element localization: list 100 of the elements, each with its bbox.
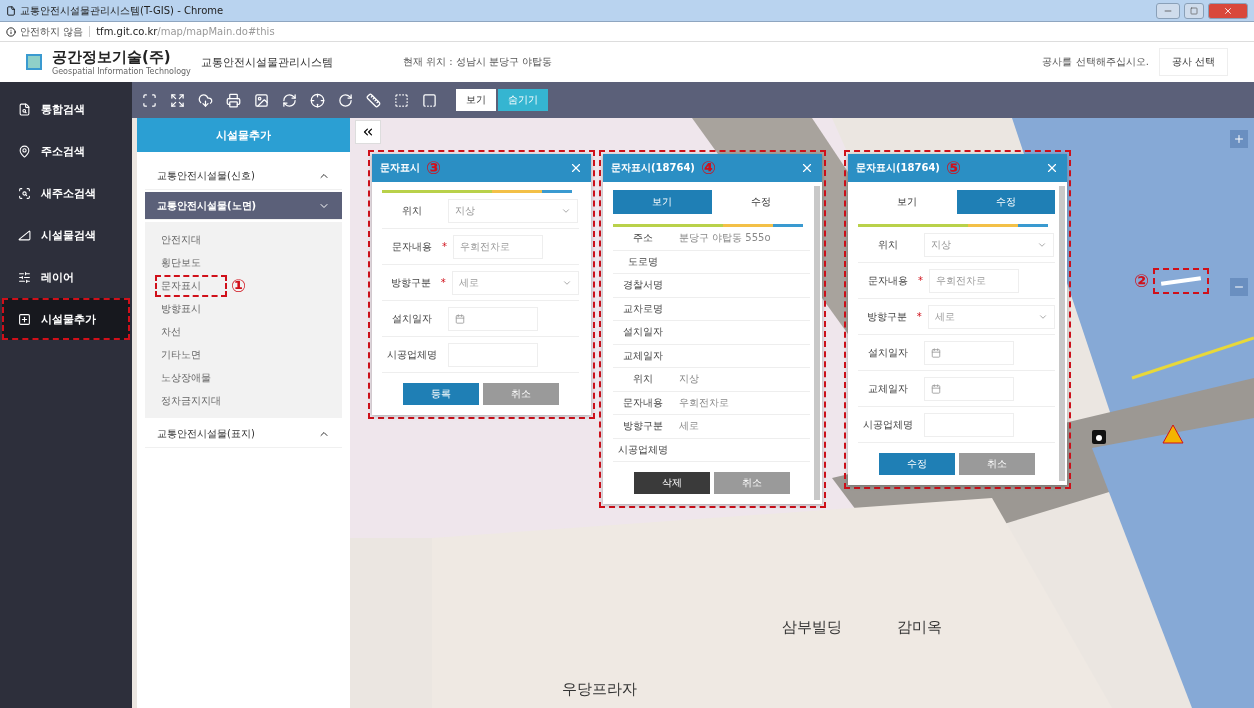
facility-item[interactable]: 방향표시 bbox=[155, 297, 207, 320]
popup-title: 문자표시 bbox=[380, 161, 420, 175]
required-mark: * bbox=[916, 311, 922, 322]
sidebar-item[interactable]: 시설물검색 bbox=[2, 214, 130, 256]
field-label: 시공업체명 bbox=[386, 347, 438, 362]
map-pin-icon bbox=[18, 144, 31, 158]
tab[interactable]: 수정 bbox=[956, 190, 1055, 214]
facility-item[interactable]: 정차금지지대 bbox=[155, 389, 227, 412]
sidebar-item[interactable]: 새주소검색 bbox=[2, 172, 130, 214]
system-name: 교통안전시설물관리시스템 bbox=[200, 54, 333, 70]
annotation-number: ③ bbox=[426, 159, 442, 177]
url-text[interactable]: tfm.git.co.kr/map/mapMain.do#this bbox=[96, 26, 275, 37]
date-field[interactable] bbox=[924, 376, 1014, 401]
date-field[interactable] bbox=[448, 306, 538, 331]
facility-item[interactable]: 안전지대 bbox=[155, 228, 207, 251]
collapse-button[interactable] bbox=[355, 120, 381, 144]
sidebar-item[interactable]: 시설물추가 bbox=[2, 298, 130, 340]
field-label: 경찰서명 bbox=[622, 278, 664, 293]
calendar-icon bbox=[931, 347, 941, 358]
popup-title: 문자표시(18764) bbox=[856, 161, 940, 175]
field-label: 시공업체명 bbox=[862, 417, 914, 432]
field-value: 지상 bbox=[679, 372, 699, 387]
select-field[interactable]: 세로 bbox=[927, 304, 1055, 329]
sidebar-item[interactable]: 레이어 bbox=[2, 256, 130, 298]
calendar-icon bbox=[931, 383, 941, 394]
road-text-marking-drawing bbox=[1161, 276, 1202, 286]
select-field[interactable]: 세로 bbox=[451, 270, 579, 295]
zoom-in-button[interactable] bbox=[1230, 130, 1248, 148]
scrollbar[interactable] bbox=[1059, 186, 1065, 481]
facility-item[interactable]: 문자표시 bbox=[155, 274, 227, 297]
maximize-button[interactable] bbox=[1184, 2, 1204, 19]
sliders-icon bbox=[18, 270, 31, 284]
field-label: 교체일자 bbox=[622, 348, 664, 363]
zoom-out-button[interactable] bbox=[1230, 278, 1248, 296]
field-label: 설치일자 bbox=[622, 325, 664, 340]
field-label: 방향구분 bbox=[866, 309, 909, 324]
field-label: 위치 bbox=[877, 237, 899, 252]
required-mark: * bbox=[442, 241, 447, 252]
close-icon[interactable] bbox=[800, 161, 814, 175]
facility-item[interactable]: 노상장애물 bbox=[155, 366, 217, 389]
panel-title: 시설물추가 bbox=[137, 118, 350, 152]
map-label: 삼부빌딩 bbox=[782, 618, 842, 637]
annotation-number: ⑤ bbox=[945, 159, 962, 177]
close-icon[interactable] bbox=[1045, 161, 1059, 175]
map-label: 감미옥 bbox=[897, 618, 942, 637]
facility-item[interactable]: 차선 bbox=[155, 320, 187, 343]
minimize-button[interactable] bbox=[1156, 2, 1180, 19]
field-label: 주소 bbox=[632, 231, 654, 246]
required-mark: * bbox=[440, 277, 446, 288]
toggle-button[interactable]: 보기 bbox=[456, 89, 496, 111]
field-label: 방향구분 bbox=[622, 419, 664, 434]
scrollbar[interactable] bbox=[814, 186, 820, 500]
page-icon bbox=[6, 5, 16, 16]
popup-title: 문자표시(18764) bbox=[611, 161, 695, 175]
security-label: 안전하지 않음 bbox=[20, 24, 84, 39]
select-field[interactable]: 지상 bbox=[924, 232, 1054, 257]
prompt-text: 공사를 선택해주십시오. bbox=[1042, 55, 1149, 69]
maximize-icon bbox=[1190, 6, 1198, 15]
close-icon bbox=[1223, 5, 1233, 16]
sidebar-item[interactable]: 주소검색 bbox=[2, 130, 130, 172]
required-mark: * bbox=[918, 275, 923, 286]
logo-subtitle: Geospatial Information Technology bbox=[52, 67, 191, 76]
calendar-icon bbox=[455, 313, 465, 324]
popup-button[interactable]: 삭제 bbox=[633, 472, 710, 494]
triangle-icon bbox=[18, 228, 31, 242]
field-label: 설치일자 bbox=[867, 345, 909, 360]
tab[interactable]: 보기 bbox=[613, 190, 712, 214]
select-project-button[interactable]: 공사 선택 bbox=[1158, 48, 1228, 76]
input-field[interactable]: 우회전차로 bbox=[929, 268, 1019, 293]
field-label: 교체일자 bbox=[867, 381, 909, 396]
info-icon bbox=[6, 26, 16, 37]
window-title: 교통안전시설물관리시스템(T-GIS) - Chrome bbox=[20, 3, 225, 18]
facility-item[interactable]: 기타노면 bbox=[155, 343, 207, 366]
annotation-number: ② bbox=[1134, 272, 1150, 290]
select-field[interactable]: 지상 bbox=[448, 198, 578, 223]
sidebar-item[interactable]: 통합검색 bbox=[2, 88, 130, 130]
add-shape-icon bbox=[18, 312, 31, 326]
date-field[interactable] bbox=[924, 340, 1014, 365]
map-label: 우당프라자 bbox=[562, 680, 637, 699]
traffic-light-icon bbox=[1092, 430, 1108, 446]
category-header[interactable]: 교통안전시설물(노면) bbox=[145, 192, 342, 220]
field-label: 도로명 bbox=[627, 254, 659, 269]
warning-sign-icon bbox=[1162, 424, 1184, 444]
field-label: 문자내용 bbox=[622, 395, 664, 410]
field-label: 위치 bbox=[401, 203, 423, 218]
field-value: 우회전차로 bbox=[679, 395, 729, 410]
input-field[interactable]: 우회전차로 bbox=[453, 234, 543, 259]
logo-icon bbox=[26, 54, 42, 70]
close-icon[interactable] bbox=[569, 161, 583, 175]
field-label: 문자내용 bbox=[867, 273, 909, 288]
field-label: 시공업체명 bbox=[617, 442, 669, 457]
area-search-icon bbox=[18, 186, 31, 200]
field-label: 방향구분 bbox=[390, 275, 433, 290]
annotation-number: ④ bbox=[700, 159, 717, 177]
field-label: 설치일자 bbox=[391, 311, 433, 326]
current-location: 현재 위치 : 성남시 분당구 야탑동 bbox=[402, 55, 554, 69]
facility-item[interactable]: 횡단보도 bbox=[155, 251, 207, 274]
popup-button[interactable]: 등록 bbox=[402, 383, 479, 405]
popup-button[interactable]: 수정 bbox=[878, 453, 955, 475]
close-button[interactable] bbox=[1208, 2, 1248, 19]
